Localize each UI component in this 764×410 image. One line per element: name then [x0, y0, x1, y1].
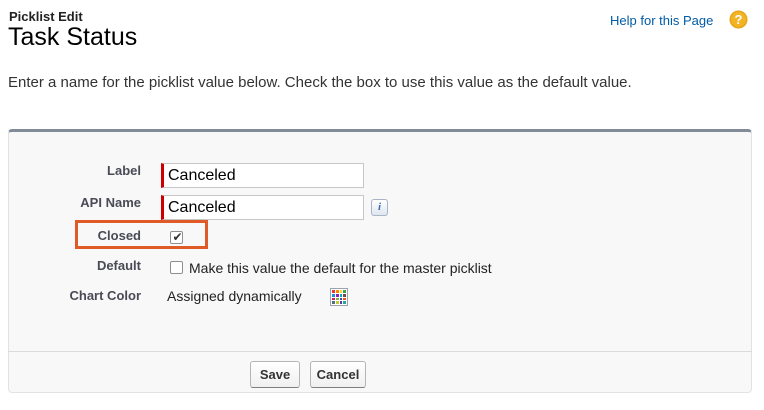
default-field-label: Default	[96, 258, 141, 273]
question-circle-icon[interactable]: ?	[729, 10, 748, 29]
info-icon[interactable]: i	[371, 199, 388, 216]
svg-text:?: ?	[735, 12, 743, 27]
help-link[interactable]: Help for this Page	[610, 13, 713, 28]
chart-color-field-label: Chart Color	[69, 288, 142, 303]
closed-checkbox[interactable]: ✔	[170, 230, 183, 244]
color-palette-icon[interactable]	[330, 288, 348, 306]
chart-color-value: Assigned dynamically	[167, 288, 302, 304]
cancel-button[interactable]: Cancel	[310, 361, 366, 388]
panel-divider	[8, 351, 752, 352]
page-type-label: Picklist Edit	[9, 9, 83, 24]
save-button[interactable]: Save	[250, 361, 300, 388]
api-name-input[interactable]	[161, 195, 364, 220]
checkmark-icon: ✔	[172, 230, 183, 244]
instructions-text: Enter a name for the picklist value belo…	[8, 74, 632, 91]
default-checkbox-text: Make this value the default for the mast…	[189, 260, 492, 276]
label-input[interactable]	[161, 163, 364, 188]
label-field-label: Label	[107, 163, 141, 178]
page-title: Task Status	[8, 23, 138, 51]
api-name-field-label: API Name	[80, 195, 141, 210]
default-checkbox[interactable]	[170, 261, 183, 274]
closed-field-label: Closed	[97, 228, 141, 243]
